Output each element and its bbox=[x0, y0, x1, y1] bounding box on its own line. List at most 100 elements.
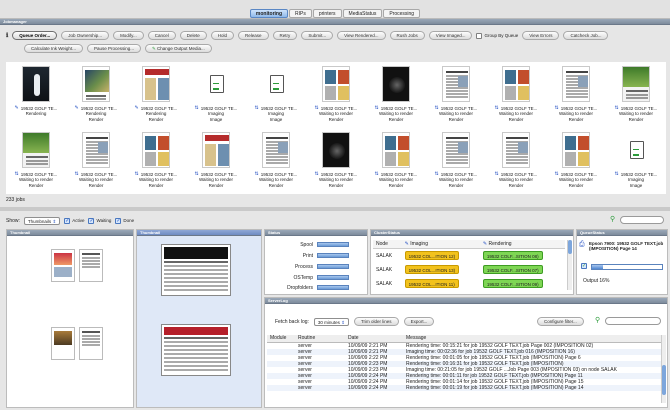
job-thumbnail-cell[interactable]: ✎ 19532 GOLF TE... Rendering Render bbox=[66, 62, 126, 128]
job-thumbnail-cell[interactable]: ⇅ 19532 GOLF TE... Waiting to render Rende… bbox=[486, 62, 546, 128]
group-by-queue-checkbox[interactable]: Group By Queue bbox=[476, 32, 518, 39]
filter-active-checkbox[interactable]: ✓ Active bbox=[64, 217, 85, 224]
job-preview-image bbox=[22, 66, 50, 102]
trim-older-lines-button[interactable]: Trim older lines bbox=[353, 317, 399, 326]
job-thumbnail-cell[interactable]: ⇅ 19532 GOLF TE... Waiting to render Rende… bbox=[246, 128, 306, 194]
pencil-icon: ✎ bbox=[74, 105, 79, 111]
preview-page-selected[interactable] bbox=[161, 324, 231, 376]
log-module-cell bbox=[267, 384, 295, 391]
job-search-input[interactable] bbox=[620, 216, 664, 224]
tab-printers[interactable]: printers bbox=[312, 9, 342, 18]
job-thumbnail-cell[interactable]: ⇅ 19532 GOLF TE... Waiting to render Rende… bbox=[6, 128, 66, 194]
configure-filter-button[interactable]: Configure filter... bbox=[537, 317, 584, 326]
job-status: Waiting to render Render bbox=[618, 111, 654, 122]
fetch-back-log-select[interactable]: 30 minutes ⇕ bbox=[313, 317, 349, 326]
preview-page-selected[interactable] bbox=[161, 244, 231, 296]
table-row[interactable]: SALAK 19532 COL...ITION 12) 19532 COLF..… bbox=[373, 249, 565, 263]
view-rendered-button[interactable]: View Rendered... bbox=[337, 31, 386, 40]
job-preview-image bbox=[442, 66, 470, 102]
rendering-icon: ✎ bbox=[482, 241, 488, 247]
scrollbar[interactable] bbox=[661, 335, 666, 403]
job-thumbnail-cell[interactable]: ⇅ 19532 GOLF TE... Waiting to render Rende… bbox=[426, 128, 486, 194]
scrollbar[interactable] bbox=[567, 240, 572, 290]
submit-button[interactable]: Submit... bbox=[301, 31, 334, 40]
catcheck-job-button[interactable]: Catcheck Job... bbox=[563, 31, 609, 40]
table-row[interactable]: SALAK 19532 COL...ITION 11) 19532 COLF..… bbox=[373, 277, 565, 291]
job-thumbnail-cell[interactable]: ✎ 19532 GOLF TE... Rendering Render bbox=[126, 62, 186, 128]
export-button[interactable]: Export... bbox=[403, 317, 435, 326]
view-mode-select[interactable]: Thumbnails ⇕ bbox=[23, 216, 61, 225]
job-thumbnail-cell[interactable]: ⇅ 19532 GOLF TE... Waiting to render Rende… bbox=[306, 128, 366, 194]
job-preview-image bbox=[502, 66, 530, 102]
view-errors-button[interactable]: View Errors bbox=[522, 31, 560, 40]
column-header-module[interactable]: Module bbox=[267, 335, 295, 343]
queue-order-button[interactable]: Queue Order... bbox=[12, 31, 58, 40]
column-header-routine[interactable]: Routine bbox=[295, 335, 345, 343]
job-thumbnail-cell[interactable]: ⇅ 19532 GOLF TE... Waiting to render Rende… bbox=[66, 128, 126, 194]
table-row[interactable]: SALAK 19532 COL...ITION 13) 19532 COLF..… bbox=[373, 263, 565, 277]
job-thumbnail-cell[interactable]: ⇅ 19532 GOLF TE... Waiting to render Rende… bbox=[426, 62, 486, 128]
log-routine-cell: server bbox=[295, 384, 345, 391]
change-output-media-label: Change Output Media... bbox=[157, 46, 205, 51]
job-thumbnail-cell[interactable]: ⇅ 19532 GOLF TE... Waiting to render Rende… bbox=[606, 62, 666, 128]
pause-processing-button[interactable]: Pause Processing... bbox=[86, 44, 141, 53]
filter-waiting-checkbox[interactable]: ✓ Waiting bbox=[88, 217, 112, 224]
job-preview-image bbox=[322, 66, 350, 102]
log-search-input[interactable] bbox=[605, 317, 661, 325]
column-header[interactable]: Node bbox=[373, 240, 402, 249]
job-thumbnail-cell[interactable]: ✎ 19532 GOLF TE... Rendering bbox=[6, 62, 66, 128]
log-row[interactable]: server 10/09/09 2:24 PM Rendering time: 00… bbox=[267, 384, 663, 391]
modify-button[interactable]: Modify... bbox=[113, 31, 144, 40]
release-button[interactable]: Release bbox=[238, 31, 269, 40]
job-status: Waiting to render Render bbox=[498, 177, 534, 188]
tab-rips[interactable]: RIPs bbox=[289, 9, 312, 18]
rush-jobs-button[interactable]: Rush Jobs bbox=[389, 31, 425, 40]
job-thumbnail-cell[interactable]: ⇅ 19532 GOLF TE... Imaging Image bbox=[186, 62, 246, 128]
job-thumbnail-cell[interactable]: ⇅ 19532 GOLF TE... Waiting to render Rende… bbox=[366, 128, 426, 194]
tab-processing[interactable]: Processing bbox=[383, 9, 421, 18]
job-thumbnail-cell[interactable]: ⇅ 19532 GOLF TE... Waiting to render Rende… bbox=[366, 62, 426, 128]
job-thumbnail-cell[interactable]: ⇅ 19532 GOLF TE... Waiting to render Rende… bbox=[546, 62, 606, 128]
column-header-imaging[interactable]: ✎ Imaging bbox=[401, 240, 480, 249]
retry-button[interactable]: Retry bbox=[272, 31, 298, 40]
filter-waiting-label: Waiting bbox=[96, 218, 112, 223]
calculate-ink-weight-button[interactable]: Calculate Ink Weight... bbox=[24, 44, 83, 53]
column-header-rendering[interactable]: ✎ Rendering bbox=[479, 240, 565, 249]
tab-mediastatus[interactable]: MediaStatus bbox=[342, 9, 383, 18]
column-header-date[interactable]: Date bbox=[345, 335, 403, 343]
job-thumbnail-cell[interactable]: ⇅ 19532 GOLF TE... Waiting to render Rende… bbox=[546, 128, 606, 194]
filter-active-label: Active bbox=[72, 218, 85, 223]
imaging-job-pill: 19532 COL...ITION 11) bbox=[404, 279, 459, 288]
job-thumbnail-cell[interactable]: ⇅ 19532 GOLF TE... Waiting to render Rende… bbox=[186, 128, 246, 194]
tab-monitoring[interactable]: monitoring bbox=[249, 9, 289, 18]
hold-button[interactable]: Hold bbox=[210, 31, 235, 40]
job-name-label: 19532 GOLF TE... bbox=[500, 171, 538, 177]
column-header-message[interactable]: Message bbox=[403, 335, 663, 343]
status-panel-title: Status bbox=[265, 230, 367, 236]
job-preview-image bbox=[202, 132, 230, 168]
output-progress-bar bbox=[591, 264, 663, 270]
splitter[interactable] bbox=[0, 207, 670, 211]
preview-page bbox=[79, 249, 103, 282]
arrows-icon: ⇅ bbox=[254, 105, 259, 111]
job-thumbnail-cell[interactable]: ⇅ 19532 GOLF TE... Imaging Image bbox=[246, 62, 306, 128]
delete-button[interactable]: Delete bbox=[179, 31, 207, 40]
job-thumbnail-cell[interactable]: ⇅ 19532 GOLF TE... Waiting to render Rende… bbox=[306, 62, 366, 128]
pencil-icon: ✎ bbox=[134, 105, 139, 111]
job-ownership-button[interactable]: Job Ownership... bbox=[61, 31, 110, 40]
view-imaged-button[interactable]: View Imaged... bbox=[428, 31, 473, 40]
rendering-cell: 19532 COLF...SITION 08) bbox=[480, 249, 565, 263]
job-thumbnail-cell[interactable]: ⇅ 19532 GOLF TE... Waiting to render Rende… bbox=[486, 128, 546, 194]
job-thumbnail-cell[interactable]: ⇅ 19532 GOLF TE... Waiting to render Rende… bbox=[126, 128, 186, 194]
imaging-job-pill: 19532 COL...ITION 12) bbox=[404, 251, 460, 261]
cancel-button[interactable]: Cancel bbox=[147, 31, 176, 40]
checkmark-icon: ✓ bbox=[115, 217, 122, 224]
filter-done-checkbox[interactable]: ✓ Done bbox=[115, 217, 134, 224]
job-preview-image bbox=[142, 66, 170, 102]
job-status: Waiting to render Render bbox=[198, 177, 234, 188]
rendering-job-pill: 19532 COLF...SITION 09) bbox=[482, 279, 543, 288]
job-thumbnail-cell[interactable]: ⇅ 19532 GOLF TE... Imaging Image bbox=[606, 128, 666, 194]
queue-printer-status: Epson 7900: 19532 GOLF TEXT.job (IMPOSIT… bbox=[589, 241, 664, 251]
queue-status-title: QueueStatus bbox=[577, 230, 667, 236]
change-output-media-button[interactable]: ✎ Change Output Media... bbox=[144, 44, 212, 53]
